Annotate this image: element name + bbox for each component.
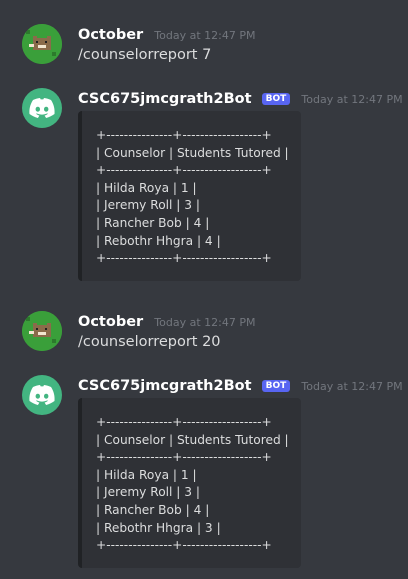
message-timestamp: Today at 12:47 PM <box>154 29 256 42</box>
author-name[interactable]: CSC675jmcgrath2Bot <box>78 378 252 394</box>
discord-logo-icon <box>29 385 55 405</box>
code-line: | Hilda Roya | 1 | <box>96 467 197 482</box>
code-line: | Rebothr Hhgra | 3 | <box>96 520 221 535</box>
code-block: +---------------+------------------+ | C… <box>78 398 301 568</box>
pixel-cat-icon <box>22 311 62 351</box>
message-text: /counselorreport 7 <box>78 47 212 63</box>
user-avatar[interactable] <box>22 24 62 64</box>
code-line: +---------------+------------------+ <box>96 415 272 429</box>
message-text: /counselorreport 20 <box>78 334 221 350</box>
message-timestamp: Today at 12:47 PM <box>301 93 403 106</box>
code-line: +---------------+------------------+ <box>96 450 272 465</box>
discord-logo-icon <box>29 98 55 118</box>
message-timestamp: Today at 12:47 PM <box>154 316 256 329</box>
code-line: | Jeremy Roll | 3 | <box>96 198 201 213</box>
code-line: | Counselor | Students Tutored | <box>96 145 289 160</box>
message-timestamp: Today at 12:47 PM <box>301 380 403 393</box>
bot-avatar[interactable] <box>22 375 62 415</box>
code-line: | Hilda Roya | 1 | <box>96 180 197 195</box>
bot-badge: BOT <box>261 93 291 105</box>
bot-avatar[interactable] <box>22 88 62 128</box>
code-block: +---------------+------------------+ | C… <box>78 111 301 281</box>
code-line: +---------------+------------------+ <box>96 538 272 553</box>
code-line: | Rebothr Hhgra | 4 | <box>96 233 221 248</box>
code-line: +---------------+------------------+ <box>96 128 272 142</box>
code-line: | Jeremy Roll | 3 | <box>96 485 201 500</box>
pixel-cat-icon <box>22 24 62 64</box>
code-line: +---------------+------------------+ <box>96 251 272 266</box>
code-line: | Rancher Bob | 4 | <box>96 215 210 230</box>
code-line: +---------------+------------------+ <box>96 163 272 178</box>
user-avatar[interactable] <box>22 311 62 351</box>
code-line: | Counselor | Students Tutored | <box>96 432 289 447</box>
code-line: | Rancher Bob | 4 | <box>96 502 210 517</box>
author-name[interactable]: CSC675jmcgrath2Bot <box>78 91 252 107</box>
author-name[interactable]: October <box>78 314 143 330</box>
bot-badge: BOT <box>261 380 291 392</box>
author-name[interactable]: October <box>78 27 143 43</box>
